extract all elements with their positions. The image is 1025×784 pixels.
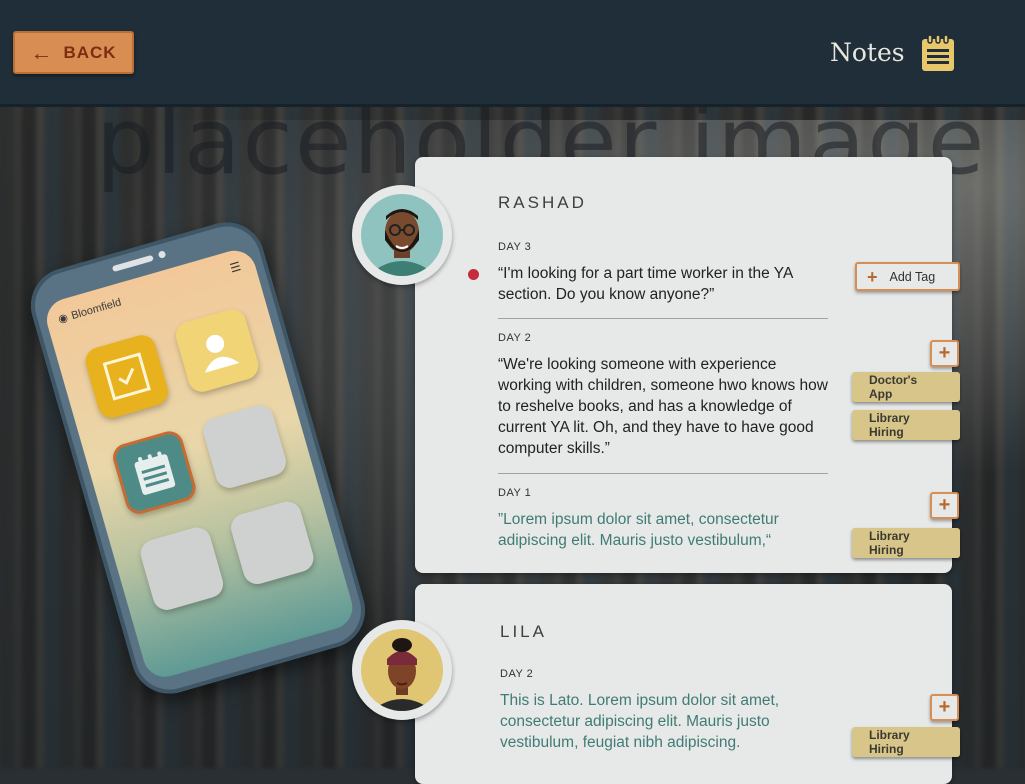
- add-tag-button[interactable]: + Add Tag: [855, 262, 960, 291]
- empty-app-slot: [137, 524, 227, 614]
- phone-speaker: [111, 254, 154, 273]
- entry-day: DAY 2: [500, 668, 534, 680]
- empty-app-slot: [200, 402, 290, 492]
- lila-portrait: [371, 638, 433, 711]
- phone-camera: [157, 250, 167, 259]
- avatar-lila: [352, 620, 452, 720]
- checkbox-icon: [102, 352, 151, 401]
- entry-day: DAY 1: [498, 487, 532, 499]
- user-icon: [204, 334, 240, 373]
- add-tag-plus-button[interactable]: +: [930, 340, 959, 367]
- add-tag-label: Add Tag: [889, 269, 936, 284]
- plus-icon: +: [867, 266, 878, 287]
- entry-text: “I'm looking for a part time worker in t…: [498, 265, 793, 303]
- contact-name: LILA: [500, 622, 547, 641]
- tag-library-hiring[interactable]: Library Hiring: [852, 727, 960, 757]
- tag-doctors-app[interactable]: Doctor's App: [852, 372, 960, 402]
- top-bar: ← BACK Notes: [0, 0, 1025, 107]
- add-tag-plus-button[interactable]: +: [930, 492, 959, 519]
- contact-name: RASHAD: [498, 193, 587, 212]
- rashad-portrait: [367, 209, 437, 276]
- empty-app-slot: [227, 498, 317, 588]
- entry-text: “We're looking someone with experience w…: [498, 356, 828, 457]
- notepad-icon[interactable]: [920, 34, 956, 72]
- add-tag-plus-button[interactable]: +: [930, 694, 959, 721]
- entry-text: ”Lorem ipsum dolor sit amet, consectetur…: [498, 511, 779, 549]
- wifi-icon: ☰: [228, 259, 243, 276]
- tag-library-hiring[interactable]: Library Hiring: [852, 410, 960, 440]
- arrow-left-icon: ←: [30, 39, 54, 65]
- entry-day: DAY 3: [498, 241, 532, 253]
- back-button[interactable]: ← BACK: [13, 31, 134, 74]
- avatar-rashad: [352, 185, 452, 285]
- entry-divider: [498, 318, 828, 319]
- location-pin-icon: ◉: [56, 311, 70, 326]
- location-label: ◉ Bloomfield: [56, 295, 123, 326]
- page-title: Notes: [830, 38, 905, 67]
- contacts-app[interactable]: [172, 306, 262, 396]
- checklist-app[interactable]: [82, 331, 172, 422]
- location-text: Bloomfield: [69, 295, 123, 322]
- entry-text: This is Lato. Lorem ipsum dolor sit amet…: [500, 692, 780, 751]
- notes-app[interactable]: [109, 428, 199, 518]
- unread-indicator: [468, 269, 479, 280]
- tag-library-hiring[interactable]: Library Hiring: [852, 528, 960, 558]
- back-button-label: BACK: [63, 42, 117, 62]
- entry-day: DAY 2: [498, 332, 532, 344]
- entry-divider: [498, 473, 828, 474]
- notepad-icon: [134, 451, 176, 495]
